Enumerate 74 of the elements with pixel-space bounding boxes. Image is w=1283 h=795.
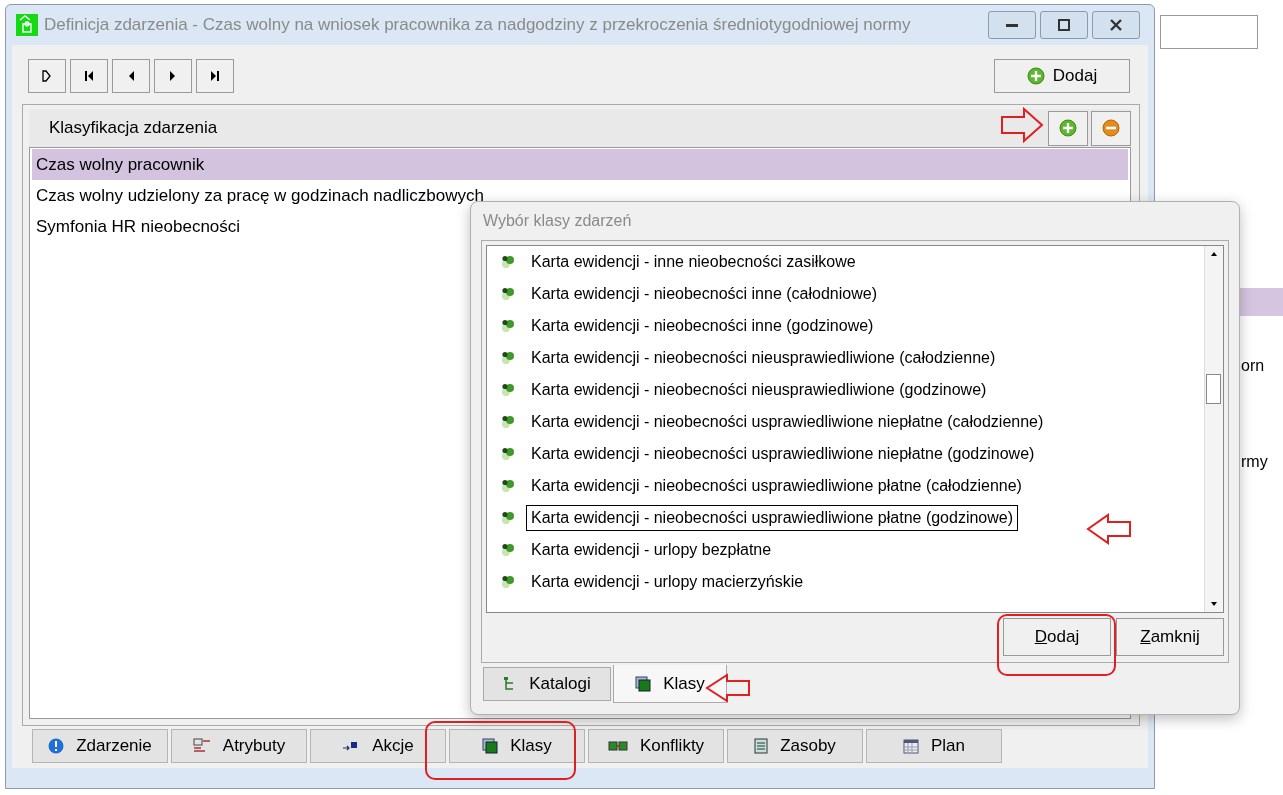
squares-icon bbox=[482, 738, 499, 754]
info-icon bbox=[48, 738, 65, 754]
leaf-icon bbox=[501, 383, 515, 397]
next-record-button[interactable] bbox=[154, 59, 192, 93]
add-button[interactable]: Dodaj bbox=[1003, 618, 1111, 656]
list-item[interactable]: Karta ewidencji - nieobecności usprawiedliwione płatne (godzinowe) bbox=[526, 505, 1019, 531]
leaf-icon bbox=[501, 479, 515, 493]
tab[interactable]: Zdarzenie bbox=[32, 729, 168, 763]
list-item[interactable]: Karta ewidencji - nieobecności inne (godzinowe) bbox=[526, 313, 879, 339]
maximize-button[interactable] bbox=[1040, 11, 1088, 39]
tab[interactable]: Akcje bbox=[310, 729, 446, 763]
leaf-icon bbox=[501, 575, 515, 589]
skip-back-icon bbox=[84, 70, 94, 82]
add-button[interactable]: Dodaj bbox=[994, 59, 1130, 93]
leaf-icon bbox=[501, 351, 515, 365]
document-icon bbox=[754, 738, 769, 754]
minus-icon bbox=[1102, 119, 1120, 137]
scroll-thumb[interactable] bbox=[1206, 374, 1221, 404]
calendar-icon bbox=[903, 738, 919, 754]
window-title: Definicja zdarzenia - Czas wolny na wniosek pracownika za nadgodziny z przekroczenia średniotygodniowej normy bbox=[44, 15, 912, 35]
page-icon bbox=[42, 70, 52, 82]
tab[interactable]: Zasoby bbox=[727, 729, 863, 763]
add-class-button[interactable] bbox=[1048, 110, 1088, 146]
plus-icon bbox=[1059, 119, 1077, 137]
scrollbar[interactable] bbox=[1204, 246, 1223, 612]
tab[interactable]: Klasy bbox=[613, 665, 727, 703]
list-item[interactable]: Karta ewidencji - nieobecności nieusprawiedliwione (godzinowe) bbox=[526, 377, 992, 403]
list-item[interactable]: Karta ewidencji - nieobecności usprawiedliwione niepłatne (całodzienne) bbox=[526, 409, 1049, 435]
list-item[interactable]: Karta ewidencji - inne nieobecności zasiłkowe bbox=[526, 249, 861, 275]
squares-icon bbox=[635, 675, 652, 692]
form-icon bbox=[192, 738, 211, 754]
tab[interactable]: Konflikty bbox=[588, 729, 724, 763]
skip-forward-icon bbox=[210, 70, 220, 82]
list-item[interactable]: Karta ewidencji - nieobecności usprawiedliwione niepłatne (godzinowe) bbox=[526, 441, 1040, 467]
tab[interactable]: Klasy bbox=[449, 729, 585, 763]
list-item[interactable]: Czas wolny pracownik bbox=[32, 149, 1128, 180]
dialog-title: Wybór klasy zdarzeń bbox=[482, 211, 633, 231]
tab[interactable]: Atrybuty bbox=[171, 729, 307, 763]
leaf-icon bbox=[501, 287, 515, 301]
close-dialog-button[interactable]: Zamknij bbox=[1116, 618, 1224, 656]
maximize-icon bbox=[1057, 18, 1071, 32]
section-title: Klasyfikacja zdarzenia bbox=[49, 118, 218, 138]
leaf-icon bbox=[501, 415, 515, 429]
new-record-button[interactable] bbox=[28, 59, 66, 93]
plus-icon bbox=[1026, 67, 1045, 85]
annotation-arrow bbox=[1000, 107, 1044, 143]
list-item[interactable]: Karta ewidencji - nieobecności inne (całodniowe) bbox=[526, 281, 882, 307]
first-record-button[interactable] bbox=[70, 59, 108, 93]
text-fragment: orn bbox=[1241, 357, 1265, 375]
list-item[interactable]: Karta ewidencji - nieobecności usprawiedliwione płatne (całodzienne) bbox=[526, 473, 1027, 499]
leaf-icon bbox=[501, 511, 515, 525]
list-item[interactable]: Karta ewidencji - urlopy macierzyńskie bbox=[526, 569, 809, 595]
previous-record-button[interactable] bbox=[112, 59, 150, 93]
annotation-arrow bbox=[1086, 513, 1132, 545]
minimize-button[interactable] bbox=[988, 11, 1036, 39]
last-record-button[interactable] bbox=[196, 59, 234, 93]
app-icon bbox=[16, 14, 38, 36]
selection-bar bbox=[1240, 288, 1283, 316]
list-item[interactable]: Karta ewidencji - urlopy bezpłatne bbox=[526, 537, 777, 563]
tab[interactable]: Katalogi bbox=[483, 667, 611, 701]
tab[interactable]: Plan bbox=[866, 729, 1002, 763]
linked-squares-icon bbox=[607, 738, 628, 754]
list-item[interactable]: Karta ewidencji - nieobecności nieusprawiedliwione (całodzienne) bbox=[526, 345, 1001, 371]
text-field[interactable] bbox=[1160, 15, 1258, 49]
annotation-arrow bbox=[705, 673, 751, 703]
right-triangle-icon bbox=[168, 70, 178, 82]
leaf-icon bbox=[501, 255, 515, 269]
close-button[interactable] bbox=[1092, 11, 1140, 39]
remove-class-button[interactable] bbox=[1091, 110, 1131, 146]
leaf-icon bbox=[501, 543, 515, 557]
leaf-icon bbox=[501, 319, 515, 333]
close-icon bbox=[1109, 18, 1123, 32]
text-fragment: rmy bbox=[1241, 453, 1268, 471]
leaf-icon bbox=[501, 447, 515, 461]
